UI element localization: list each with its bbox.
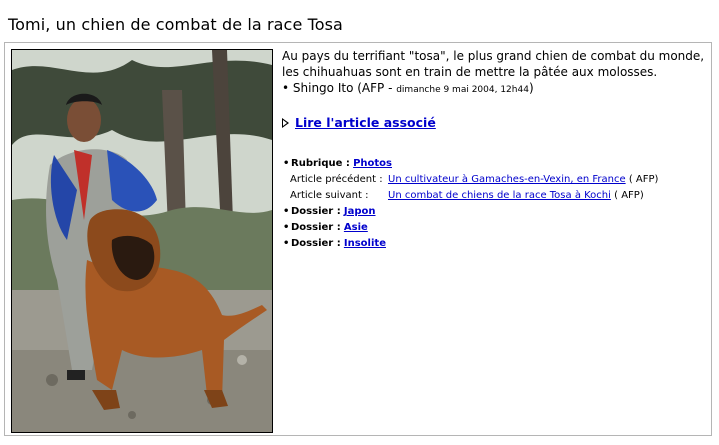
bullet-icon: • bbox=[283, 222, 290, 233]
rubrique-label: Rubrique : bbox=[291, 158, 350, 169]
next-article-source: ( AFP) bbox=[614, 190, 644, 201]
next-article-link[interactable]: Un combat de chiens de la race Tosa à Ko… bbox=[388, 190, 611, 201]
bullet-icon: • bbox=[283, 158, 290, 169]
dossier-label: Dossier : bbox=[291, 238, 341, 249]
credit-author: • Shingo Ito (AFP - bbox=[282, 81, 397, 95]
photo-credit: • Shingo Ito (AFP - dimanche 9 mai 2004,… bbox=[282, 80, 706, 98]
triangle-right-icon bbox=[282, 117, 289, 128]
next-article-row: Article suivant : Un combat de chiens de … bbox=[283, 188, 658, 204]
rubrique-link[interactable]: Photos bbox=[353, 158, 392, 169]
previous-article-label: Article précédent : bbox=[290, 174, 383, 185]
previous-article-row: Article précédent : Un cultivateur à Gama… bbox=[283, 172, 658, 188]
dossier-row: • Dossier : Japon bbox=[283, 204, 658, 220]
dossier-link-insolite[interactable]: Insolite bbox=[344, 238, 386, 249]
next-article-label: Article suivant : bbox=[290, 190, 369, 201]
previous-article-source: ( AFP) bbox=[628, 174, 659, 185]
previous-article-link[interactable]: Un cultivateur à Gamaches-en-Vexin, en F… bbox=[388, 174, 626, 185]
credit-close: ) bbox=[528, 81, 534, 95]
caption-text: Au pays du terrifiant "tosa", le plus gr… bbox=[282, 49, 705, 79]
photo-caption: Au pays du terrifiant "tosa", le plus gr… bbox=[282, 48, 706, 98]
dossier-row: • Dossier : Asie bbox=[283, 220, 658, 236]
dossier-row: • Dossier : Insolite bbox=[283, 236, 658, 252]
article-meta: • Rubrique : Photos Article précédent : Un… bbox=[283, 156, 658, 252]
dossier-link-japon[interactable]: Japon bbox=[344, 206, 376, 217]
page-title: Tomi, un chien de combat de la race Tosa bbox=[8, 14, 343, 34]
dossier-label: Dossier : bbox=[291, 206, 341, 217]
read-article-link[interactable]: Lire l'article associé bbox=[295, 115, 436, 130]
bullet-icon: • bbox=[283, 206, 290, 217]
bullet-icon: • bbox=[283, 238, 290, 249]
credit-date: dimanche 9 mai 2004, 12h44 bbox=[396, 85, 529, 95]
dossier-link-asie[interactable]: Asie bbox=[344, 222, 368, 233]
dog-photo-illustration bbox=[12, 50, 272, 432]
rubrique-row: • Rubrique : Photos bbox=[283, 156, 658, 172]
read-article-row: Lire l'article associé bbox=[282, 115, 436, 130]
news-photo[interactable] bbox=[11, 49, 273, 433]
dossier-label: Dossier : bbox=[291, 222, 341, 233]
